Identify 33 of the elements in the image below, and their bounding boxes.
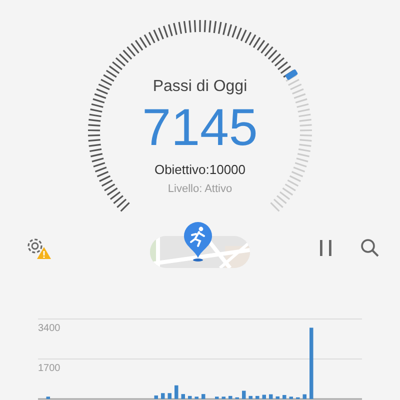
gear-icon (26, 237, 44, 255)
bar (46, 396, 50, 399)
gauge-title: Passi di Oggi (152, 78, 248, 96)
bar (181, 394, 185, 399)
bar (242, 390, 246, 399)
bar (256, 396, 260, 399)
bar (310, 328, 314, 399)
bar (202, 394, 206, 399)
bar (154, 395, 158, 399)
bar (248, 396, 252, 399)
pause-icon (318, 239, 334, 257)
bar (282, 395, 286, 399)
search-icon (360, 238, 380, 258)
bar (269, 394, 273, 399)
bar (276, 396, 280, 399)
goal-label: Obiettivo:10000 (154, 162, 246, 177)
bar (228, 396, 232, 399)
bar (222, 396, 226, 399)
axis-label: 1700 (38, 363, 60, 374)
warning-icon (37, 247, 51, 259)
bar (262, 394, 266, 399)
bar (215, 396, 219, 399)
bar (161, 393, 165, 399)
bar (302, 394, 306, 399)
axis-label: 3400 (38, 323, 60, 334)
bar (168, 393, 172, 399)
bar (289, 396, 293, 399)
step-count: 7145 (142, 100, 258, 156)
runner-pin-icon (183, 222, 213, 262)
bar (174, 385, 178, 399)
activity-level: Livello: Attivo (168, 183, 232, 195)
bar (194, 396, 198, 399)
bar (188, 396, 192, 399)
